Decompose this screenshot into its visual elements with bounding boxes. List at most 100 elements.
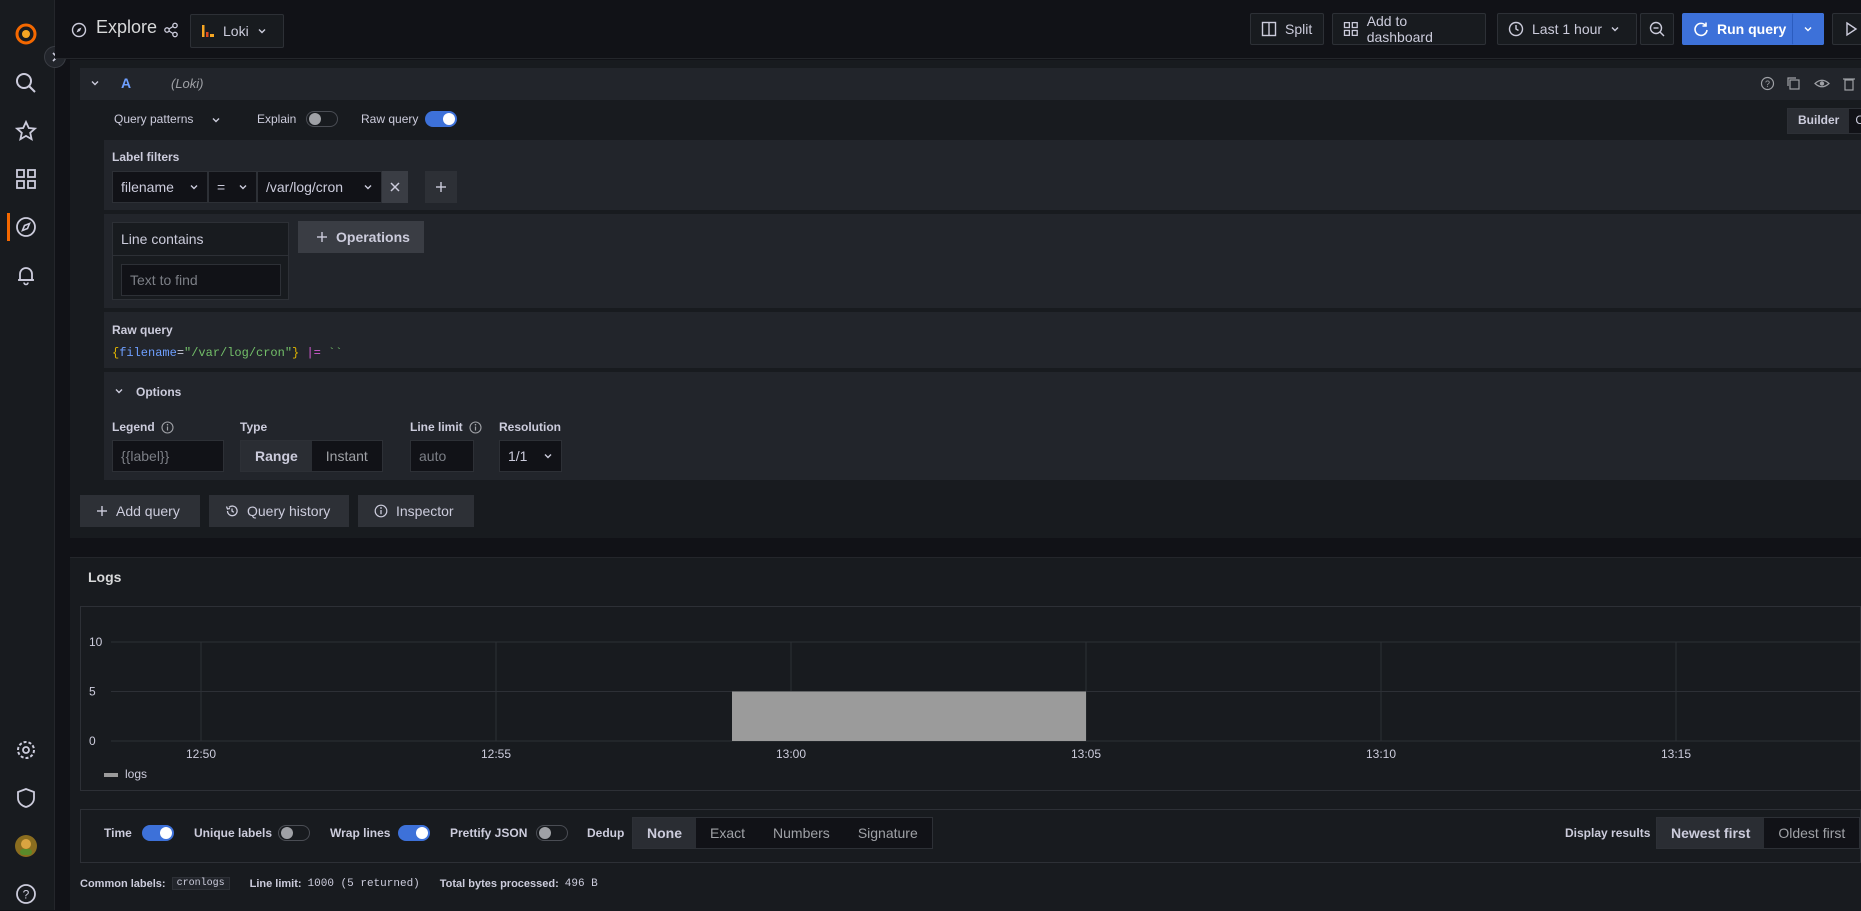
raw-query-section: [104, 312, 1861, 368]
datasource-picker[interactable]: Loki: [190, 14, 284, 48]
builder-mode-button[interactable]: Builder: [1788, 109, 1850, 133]
run-query-label: Run query: [1717, 21, 1787, 37]
x-tick-label: 13:15: [1661, 747, 1691, 761]
label-select[interactable]: filename: [112, 171, 208, 203]
query-history-button[interactable]: Query history: [209, 495, 349, 527]
dedup-none-option[interactable]: None: [633, 818, 696, 848]
total-bytes-value: 496 B: [564, 877, 598, 890]
query-patterns-dropdown[interactable]: Query patterns: [114, 112, 193, 126]
clock-icon: [1508, 21, 1524, 37]
legend-placeholder: {{label}}: [121, 448, 170, 464]
raw-query-toggle[interactable]: [425, 111, 457, 127]
collapse-query-icon[interactable]: [90, 78, 100, 88]
avatar[interactable]: [14, 834, 38, 858]
add-query-button[interactable]: Add query: [80, 495, 200, 527]
active-indicator: [7, 213, 10, 241]
oldest-first-option[interactable]: Oldest first: [1764, 818, 1859, 848]
grafana-logo-icon[interactable]: [14, 22, 38, 46]
svg-text:?: ?: [23, 888, 30, 902]
operator-select[interactable]: =: [208, 171, 257, 203]
value-select-value: /var/log/cron: [266, 179, 344, 195]
share-icon[interactable]: [163, 22, 179, 38]
explain-label: Explain: [257, 112, 297, 126]
dashboards-icon[interactable]: [14, 167, 38, 191]
type-instant-option[interactable]: Instant: [312, 441, 382, 471]
resolution-select[interactable]: 1/1: [499, 440, 562, 472]
chevron-down-icon: [190, 185, 198, 190]
common-labels-badge: cronlogs: [171, 877, 230, 890]
chevron-down-icon: [544, 454, 552, 459]
line-limit-meta-label: Line limit:: [249, 877, 302, 890]
inspector-label: Inspector: [396, 503, 454, 519]
remove-filter-button[interactable]: [382, 171, 408, 203]
newest-first-option[interactable]: Newest first: [1657, 818, 1765, 848]
chevron-down-icon[interactable]: [114, 386, 124, 396]
total-bytes-label: Total bytes processed:: [439, 877, 559, 890]
raw-query-text: {filename="/var/log/cron"} |= ``: [112, 346, 342, 360]
help-icon[interactable]: ?: [14, 882, 38, 906]
duplicate-query-icon[interactable]: [1786, 76, 1801, 91]
chevron-down-icon: [1611, 27, 1619, 32]
raw-value: "/var/log/cron": [184, 346, 293, 360]
alerting-bell-icon[interactable]: [14, 263, 38, 287]
code-mode-button[interactable]: C: [1849, 109, 1861, 133]
unique-labels-toggle[interactable]: [278, 825, 310, 841]
split-button[interactable]: Split: [1250, 13, 1324, 45]
prettify-json-toggle[interactable]: [536, 825, 568, 841]
options-toggle[interactable]: Options: [136, 385, 181, 399]
chart-bar: [732, 691, 1086, 741]
plus-icon: [97, 506, 107, 516]
run-query-options-button[interactable]: [1792, 13, 1824, 45]
history-icon: [225, 505, 238, 517]
dashboard-grid-icon: [1343, 21, 1358, 37]
search-icon[interactable]: [14, 71, 38, 95]
explore-compass-icon[interactable]: [14, 215, 38, 239]
add-filter-button[interactable]: [425, 171, 457, 203]
split-icon: [1261, 21, 1277, 37]
gear-icon[interactable]: [14, 738, 38, 762]
operations-label: Operations: [336, 229, 410, 245]
dedup-numbers-option[interactable]: Numbers: [759, 818, 844, 848]
trash-icon[interactable]: [1842, 76, 1856, 91]
raw-eq: =: [176, 346, 185, 360]
help-icon[interactable]: ?: [1760, 76, 1775, 91]
time-toggle[interactable]: [142, 825, 174, 841]
query-ref-id[interactable]: A: [121, 75, 131, 91]
star-icon[interactable]: [14, 119, 38, 143]
wrap-lines-toggle[interactable]: [398, 825, 430, 841]
time-range-label: Last 1 hour: [1532, 21, 1603, 37]
dedup-signature-option[interactable]: Signature: [844, 818, 932, 848]
text-to-find-input[interactable]: Text to find: [121, 264, 281, 296]
add-query-label: Add query: [116, 503, 180, 519]
value-select[interactable]: /var/log/cron: [257, 171, 382, 203]
operations-button[interactable]: Operations: [298, 221, 424, 253]
raw-key: filename: [119, 346, 177, 360]
type-radio-group: Range Instant: [240, 440, 383, 472]
sort-order-radio-group: Newest first Oldest first: [1656, 817, 1861, 849]
dedup-radio-group: None Exact Numbers Signature: [632, 817, 933, 849]
plus-icon: [436, 182, 446, 192]
line-limit-input[interactable]: auto: [410, 440, 474, 472]
legend-series-label[interactable]: logs: [125, 767, 147, 781]
info-icon: [469, 421, 482, 434]
legend-input[interactable]: {{label}}: [112, 440, 224, 472]
live-tail-button[interactable]: [1832, 13, 1861, 45]
time-range-picker[interactable]: Last 1 hour: [1497, 13, 1637, 45]
chevron-down-icon: [239, 185, 247, 190]
dedup-exact-option[interactable]: Exact: [696, 818, 759, 848]
chevron-down-icon: [211, 115, 221, 125]
explain-toggle[interactable]: [306, 111, 338, 127]
logs-volume-chart: 12:5012:5513:0013:0513:1013:1513:2013:25…: [80, 606, 1861, 791]
add-to-dashboard-button[interactable]: Add to dashboard: [1332, 13, 1486, 45]
display-results-label: Display results: [1565, 826, 1651, 840]
eye-icon[interactable]: [1814, 76, 1830, 91]
x-tick-label: 13:10: [1366, 747, 1396, 761]
zoom-out-button[interactable]: [1640, 13, 1674, 45]
type-range-option[interactable]: Range: [241, 441, 312, 471]
shield-icon[interactable]: [14, 786, 38, 810]
time-label: Time: [104, 826, 132, 840]
line-limit-meta-value: 1000 (5 returned): [307, 877, 420, 890]
logs-meta-row: Common labels: cronlogs Line limit: 1000…: [80, 877, 598, 890]
line-limit-label: Line limit: [410, 420, 463, 434]
inspector-button[interactable]: Inspector: [358, 495, 474, 527]
